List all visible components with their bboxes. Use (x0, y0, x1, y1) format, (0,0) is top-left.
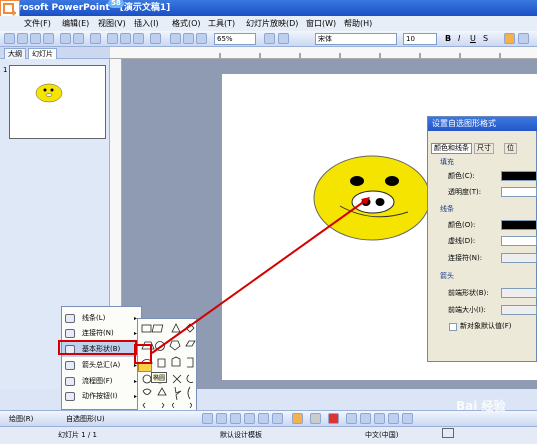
slide-counter: 幻灯片 1 / 1 (58, 431, 97, 439)
design-template: 默认设计模板 (220, 431, 262, 439)
line-style-icon[interactable] (346, 413, 357, 424)
status-bar: 幻灯片 1 / 1 默认设计模板 中文(中国) (0, 426, 537, 444)
fill-color-icon[interactable] (292, 413, 303, 424)
3d-style-icon[interactable] (402, 413, 413, 424)
font-color-icon[interactable] (328, 413, 339, 424)
arrow-style-icon[interactable] (374, 413, 385, 424)
draw-menu-button[interactable]: 绘图(R) (9, 414, 33, 424)
language-status: 中文(中国) (365, 431, 399, 439)
line-color-icon[interactable] (310, 413, 321, 424)
rectangle-tool-icon[interactable] (230, 413, 241, 424)
pointer-arrow-line (151, 197, 370, 354)
textbox-tool-icon[interactable] (258, 413, 269, 424)
oval-tool-icon[interactable] (244, 413, 255, 424)
spellcheck-icon (442, 428, 454, 438)
shadow-style-icon[interactable] (388, 413, 399, 424)
dash-style-icon[interactable] (360, 413, 371, 424)
arrow-tool-icon[interactable] (216, 413, 227, 424)
line-tool-icon[interactable] (202, 413, 213, 424)
watermark-text: Bai 经验 (456, 399, 506, 413)
autoshapes-menu-button[interactable]: 自选图形(U) (66, 414, 105, 424)
wordart-tool-icon[interactable] (272, 413, 283, 424)
